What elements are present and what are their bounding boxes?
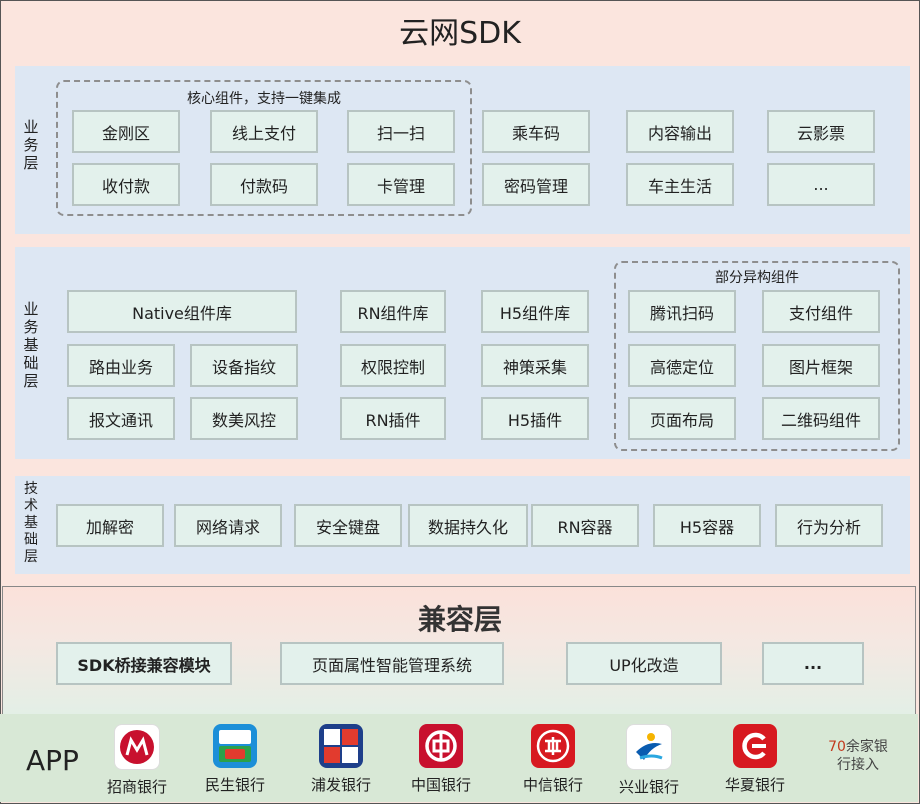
business-item-cloud-ticket: 云影票 xyxy=(767,110,875,153)
bank-spdb: 浦发银行 xyxy=(296,724,386,795)
business-item-car-owner: 车主生活 xyxy=(626,163,734,206)
tech-item-rn-container: RN容器 xyxy=(531,504,639,547)
tech-item-behavior-analytics: 行为分析 xyxy=(775,504,883,547)
core-item-collect-pay: 收付款 xyxy=(72,163,180,206)
base-item-h5-plugin: H5插件 xyxy=(481,397,589,440)
base-item-routing: 路由业务 xyxy=(67,344,175,387)
business-item-ride-code: 乘车码 xyxy=(482,110,590,153)
bank-citic: 中信银行 xyxy=(508,724,598,795)
spdb-logo-icon xyxy=(319,724,363,768)
citic-logo-icon xyxy=(531,724,575,768)
tech-item-h5-container: H5容器 xyxy=(653,504,761,547)
core-item-online-pay: 线上支付 xyxy=(210,110,318,153)
business-item-content-output: 内容输出 xyxy=(626,110,734,153)
hetero-item-payment: 支付组件 xyxy=(762,290,880,333)
tech-item-network: 网络请求 xyxy=(174,504,282,547)
bank-name: 华夏银行 xyxy=(724,776,785,794)
business-base-layer-label: 业务基础层 xyxy=(23,300,39,390)
core-item-pay-code: 付款码 xyxy=(210,163,318,206)
app-label: APP xyxy=(26,744,79,777)
base-item-h5-lib: H5组件库 xyxy=(481,290,589,333)
hxb-logo-icon xyxy=(733,724,777,768)
base-item-message-comm: 报文通讯 xyxy=(67,397,175,440)
bank-name: 中国银行 xyxy=(410,776,471,794)
tech-item-persistence: 数据持久化 xyxy=(408,504,528,547)
boc-logo-icon xyxy=(419,724,463,768)
hetero-components-group-label: 部分异构组件 xyxy=(715,270,799,286)
bank-name: 兴业银行 xyxy=(618,778,679,796)
base-item-permission: 权限控制 xyxy=(340,344,446,387)
base-item-sensors: 神策采集 xyxy=(481,344,589,387)
base-item-device-fingerprint: 设备指纹 xyxy=(190,344,298,387)
core-components-group-label: 核心组件，支持一键集成 xyxy=(187,91,341,107)
bank-hxb: 华夏银行 xyxy=(710,724,800,795)
hetero-item-amap-location: 高德定位 xyxy=(628,344,736,387)
cmbc-logo-icon xyxy=(213,724,257,768)
business-layer-label: 业务层 xyxy=(23,118,39,172)
compat-item-sdk-bridge: SDK桥接兼容模块 xyxy=(56,642,232,685)
tech-item-encryption: 加解密 xyxy=(56,504,164,547)
business-item-more: ... xyxy=(767,163,875,206)
compat-layer-title: 兼容层 xyxy=(417,603,502,636)
core-item-jingangqu: 金刚区 xyxy=(72,110,180,153)
native-component-lib: Native组件库 xyxy=(67,290,297,333)
base-item-rn-plugin: RN插件 xyxy=(340,397,446,440)
more-banks-note: 70余家银 行接入 xyxy=(818,738,898,774)
bank-name: 民生银行 xyxy=(204,776,265,794)
bank-name: 招商银行 xyxy=(106,778,167,796)
compat-item-page-attr-system: 页面属性智能管理系统 xyxy=(280,642,504,685)
hetero-item-tencent-scan: 腾讯扫码 xyxy=(628,290,736,333)
bank-name: 中信银行 xyxy=(522,776,583,794)
tech-base-layer-label: 技术基础层 xyxy=(24,481,38,565)
compat-item-up-transform: UP化改造 xyxy=(566,642,722,685)
cmb-logo-icon xyxy=(114,724,160,770)
bank-cmb: 招商银行 xyxy=(92,724,182,797)
tech-item-secure-keyboard: 安全键盘 xyxy=(294,504,402,547)
hetero-item-image-framework: 图片框架 xyxy=(762,344,880,387)
bank-cmbc: 民生银行 xyxy=(190,724,280,795)
bank-cib: 兴业银行 xyxy=(604,724,694,797)
base-item-rn-lib: RN组件库 xyxy=(340,290,446,333)
base-item-shumei-risk: 数美风控 xyxy=(190,397,298,440)
bank-boc: 中国银行 xyxy=(396,724,486,795)
compat-item-more: ... xyxy=(762,642,864,685)
more-banks-text-2: 行接入 xyxy=(837,757,879,773)
hetero-item-qrcode: 二维码组件 xyxy=(762,397,880,440)
hetero-item-page-layout: 页面布局 xyxy=(628,397,736,440)
bank-name: 浦发银行 xyxy=(310,776,371,794)
diagram-title: 云网SDK xyxy=(399,16,521,51)
business-item-password-mgmt: 密码管理 xyxy=(482,163,590,206)
core-item-scan: 扫一扫 xyxy=(347,110,455,153)
cib-logo-icon xyxy=(626,724,672,770)
more-banks-count: 70 xyxy=(828,739,846,755)
more-banks-text-1: 余家银 xyxy=(845,739,888,755)
core-item-card-mgmt: 卡管理 xyxy=(347,163,455,206)
